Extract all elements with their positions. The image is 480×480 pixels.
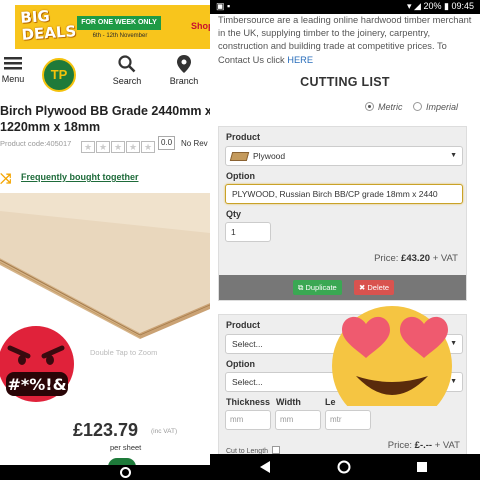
branch-label: Branch	[169, 76, 199, 86]
qty-input[interactable]: 1	[225, 222, 271, 242]
clock: 09:45	[451, 1, 474, 11]
right-phone-screen: ▣ ▪ ▾ ◢ 20% ▮ 09:45 Timbersource are a l…	[210, 0, 480, 480]
width-label: Width	[276, 397, 301, 407]
banner-dates: 6th - 12th November	[92, 33, 148, 39]
menu-label: Menu	[1, 74, 25, 84]
per-sheet-label: per sheet	[110, 443, 142, 452]
rating-value: 0.0	[158, 136, 175, 150]
shop-now-link[interactable]: Shop n	[191, 21, 210, 31]
travis-perkins-logo[interactable]: TP	[42, 58, 76, 92]
wifi-icon: ▾	[406, 1, 412, 11]
back-icon[interactable]	[258, 460, 272, 474]
imperial-option[interactable]: Imperial	[413, 102, 458, 112]
home-icon[interactable]	[337, 460, 351, 474]
search-icon	[118, 55, 136, 73]
one-week-only-pill: FOR ONE WEEK ONLY	[77, 16, 161, 30]
left-phone-screen: BIG DEALS FOR ONE WEEK ONLY 6th - 12th N…	[0, 0, 210, 480]
product-title: Birch Plywood BB Grade 2440mm x 1220mm x…	[0, 104, 210, 134]
no-reviews-text[interactable]: No Rev	[181, 139, 208, 148]
big-deals-logo: BIG DEALS	[19, 6, 77, 44]
item2-price: Price: £-.-- + VAT	[387, 440, 460, 451]
zoom-hint: Double Tap to Zoom	[90, 348, 158, 357]
hamburger-icon	[4, 57, 22, 70]
copy-icon: ⧉	[298, 283, 304, 292]
delete-button[interactable]: ✖ Delete	[354, 280, 395, 295]
close-icon: ✖	[359, 283, 366, 292]
star-icon: ★	[126, 141, 140, 153]
recent-apps-icon[interactable]	[415, 460, 429, 474]
status-bar: ▣ ▪ ▾ ◢ 20% ▮ 09:45	[210, 0, 480, 14]
star-icon: ★	[81, 141, 95, 153]
star-icon: ★	[96, 141, 110, 153]
location-pin-icon	[177, 55, 191, 73]
contact-here-link[interactable]: HERE	[287, 55, 313, 65]
cutting-item-1: Product Plywood ▼ Option PLYWOOD, Russia…	[218, 126, 467, 301]
top-navigation: Menu TP Search Branch	[0, 55, 210, 97]
intro-paragraph: Timbersource are a leading online hardwo…	[218, 15, 472, 65]
notification-icons: ▣ ▪	[216, 1, 231, 11]
android-nav-bar-left	[0, 465, 210, 480]
option-label: Option	[226, 171, 255, 181]
heart-eyes-emoji-sticker	[332, 306, 452, 406]
product-price: £123.79	[73, 420, 139, 440]
thickness-input[interactable]: mm	[225, 410, 271, 430]
inc-vat-label: (inc VAT)	[151, 428, 178, 435]
qty-label: Qty	[226, 209, 242, 219]
status-right: ▾ ◢ 20% ▮ 09:45	[407, 1, 474, 12]
big-deals-banner[interactable]: BIG DEALS FOR ONE WEEK ONLY 6th - 12th N…	[15, 5, 210, 49]
cut-to-length-checkbox[interactable]	[272, 446, 281, 454]
item1-actions: ⧉ Duplicate ✖ Delete	[219, 275, 466, 300]
duplicate-button[interactable]: ⧉ Duplicate	[293, 280, 342, 295]
menu-button[interactable]: Menu	[0, 55, 26, 84]
plywood-icon	[229, 152, 250, 161]
product-select[interactable]: Plywood ▼	[225, 146, 463, 166]
android-nav-bar-right	[210, 454, 480, 480]
search-button[interactable]: Search	[110, 55, 144, 86]
swear-symbols: #*%!&	[7, 375, 66, 394]
width-input[interactable]: mm	[275, 410, 321, 430]
frequently-bought-link[interactable]: Frequently bought together	[21, 172, 139, 182]
metric-option[interactable]: Metric	[365, 102, 403, 112]
item1-price: Price: £43.20 + VAT	[374, 253, 458, 264]
angry-emoji-sticker: #*%!&	[0, 326, 74, 402]
option-label-2: Option	[226, 359, 255, 369]
metric-radio[interactable]	[365, 102, 374, 111]
thickness-label: Thickness	[226, 397, 271, 407]
home-icon[interactable]	[120, 467, 131, 478]
option-select[interactable]: PLYWOOD, Russian Birch BB/CP grade 18mm …	[225, 184, 463, 204]
signal-icon: ◢	[414, 1, 421, 11]
star-icon: ★	[111, 141, 125, 153]
star-rating[interactable]: ★ ★ ★ ★ ★	[81, 137, 156, 155]
product-label: Product	[226, 132, 261, 142]
search-label: Search	[112, 76, 142, 86]
chevron-down-icon: ▼	[450, 152, 457, 159]
battery-icon: ▮	[444, 1, 449, 11]
shuffle-icon: ⤨	[0, 170, 12, 186]
product-label-2: Product	[226, 320, 261, 330]
cutting-list-title: CUTTING LIST	[300, 75, 390, 89]
unit-selector: Metric Imperial	[365, 102, 466, 112]
star-icon: ★	[141, 141, 155, 153]
branch-button[interactable]: Branch	[166, 55, 202, 86]
imperial-radio[interactable]	[413, 102, 423, 111]
battery-level: 20%	[423, 1, 442, 11]
product-code: Product code:405017	[0, 139, 72, 148]
length-input[interactable]: mtr	[325, 410, 371, 430]
